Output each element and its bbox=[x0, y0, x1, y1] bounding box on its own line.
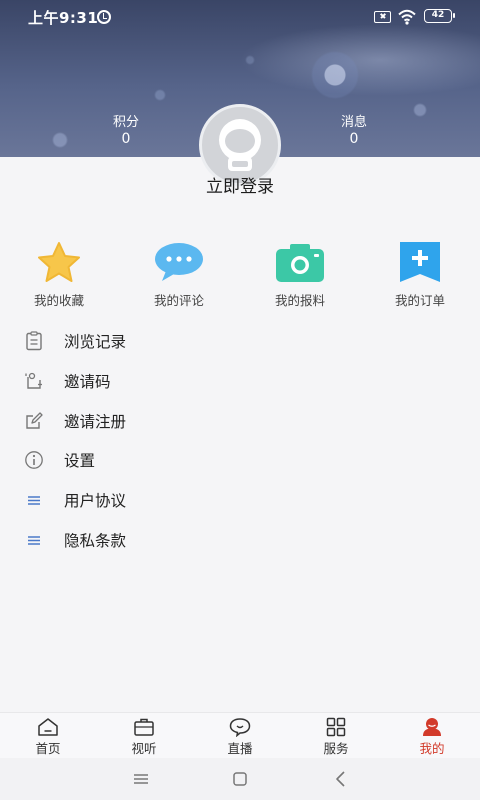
bookmark-plus-icon bbox=[400, 242, 440, 282]
nav-label: 直播 bbox=[227, 741, 253, 756]
quick-item-orders[interactable]: 我的订单 bbox=[370, 240, 470, 309]
bottom-nav: 首页 视听 直播 服务 我的 bbox=[0, 712, 480, 758]
grid-icon bbox=[326, 717, 346, 737]
nav-live[interactable]: 直播 bbox=[210, 717, 270, 757]
star-icon bbox=[38, 242, 80, 282]
info-icon bbox=[25, 451, 43, 470]
nav-label: 视听 bbox=[131, 741, 157, 756]
menu-label: 邀请码 bbox=[64, 372, 111, 391]
messages-stat[interactable]: 消息 0 bbox=[324, 111, 384, 147]
battery-icon: 42 bbox=[424, 9, 455, 23]
login-link[interactable]: 立即登录 bbox=[0, 172, 480, 197]
status-bar: 上午9:31 42 bbox=[0, 0, 480, 32]
comment-bubble-icon bbox=[155, 243, 203, 281]
messages-value: 0 bbox=[349, 131, 359, 147]
menu-item-invite-code[interactable]: 邀请码 bbox=[0, 360, 480, 400]
live-bubble-icon bbox=[229, 718, 251, 737]
quick-label: 我的订单 bbox=[394, 293, 445, 308]
nav-home[interactable]: 首页 bbox=[18, 717, 78, 757]
messages-label: 消息 bbox=[340, 115, 367, 130]
user-icon bbox=[423, 718, 441, 736]
menu-item-invite-register[interactable]: 邀请注册 bbox=[0, 400, 480, 440]
lines-icon bbox=[28, 536, 40, 545]
home-icon bbox=[38, 718, 58, 736]
camera-icon bbox=[276, 244, 324, 282]
wifi-icon bbox=[398, 9, 416, 25]
menu-label: 邀请注册 bbox=[64, 412, 127, 431]
quick-label: 我的收藏 bbox=[33, 293, 84, 308]
menu-label: 用户协议 bbox=[64, 492, 127, 511]
quick-label: 我的报料 bbox=[274, 293, 325, 308]
briefcase-icon bbox=[134, 718, 154, 736]
quick-item-reports[interactable]: 我的报料 bbox=[250, 240, 350, 309]
nav-media[interactable]: 视听 bbox=[114, 717, 174, 757]
menu-item-user-agreement[interactable]: 用户协议 bbox=[0, 479, 480, 519]
nav-label: 我的 bbox=[419, 741, 445, 756]
menu-list: 浏览记录 邀请码 邀请注册 设置 用户协议 隐私条款 bbox=[0, 320, 480, 559]
menu-item-history[interactable]: 浏览记录 bbox=[0, 320, 480, 360]
menu-icon[interactable] bbox=[131, 769, 151, 789]
home-square-icon[interactable] bbox=[230, 769, 250, 789]
invite-code-icon bbox=[25, 372, 42, 389]
astronaut-avatar-icon bbox=[219, 119, 261, 171]
points-label: 积分 bbox=[112, 115, 139, 130]
menu-label: 浏览记录 bbox=[64, 333, 127, 351]
edit-icon bbox=[26, 411, 43, 429]
lines-icon bbox=[28, 496, 40, 505]
menu-item-privacy[interactable]: 隐私条款 bbox=[0, 519, 480, 559]
nav-label: 首页 bbox=[35, 741, 61, 756]
status-time: 上午9:31 bbox=[28, 9, 99, 27]
nav-label: 服务 bbox=[323, 741, 349, 756]
quick-item-favorites[interactable]: 我的收藏 bbox=[9, 240, 109, 309]
menu-label: 隐私条款 bbox=[64, 531, 127, 550]
menu-item-settings[interactable]: 设置 bbox=[0, 439, 480, 479]
quick-item-comments[interactable]: 我的评论 bbox=[129, 240, 229, 309]
points-value: 0 bbox=[121, 131, 131, 147]
quick-actions: 我的收藏 我的评论 我的报料 我的订单 bbox=[0, 240, 480, 310]
system-nav-bar bbox=[0, 758, 480, 800]
menu-label: 设置 bbox=[64, 452, 96, 471]
alarm-icon bbox=[97, 10, 111, 24]
nav-services[interactable]: 服务 bbox=[306, 717, 366, 757]
points-stat[interactable]: 积分 0 bbox=[96, 111, 156, 147]
nav-mine[interactable]: 我的 bbox=[402, 717, 462, 757]
clipboard-icon bbox=[26, 331, 42, 351]
back-icon[interactable] bbox=[331, 769, 351, 789]
quick-label: 我的评论 bbox=[153, 293, 204, 308]
sim-off-icon bbox=[374, 11, 391, 23]
